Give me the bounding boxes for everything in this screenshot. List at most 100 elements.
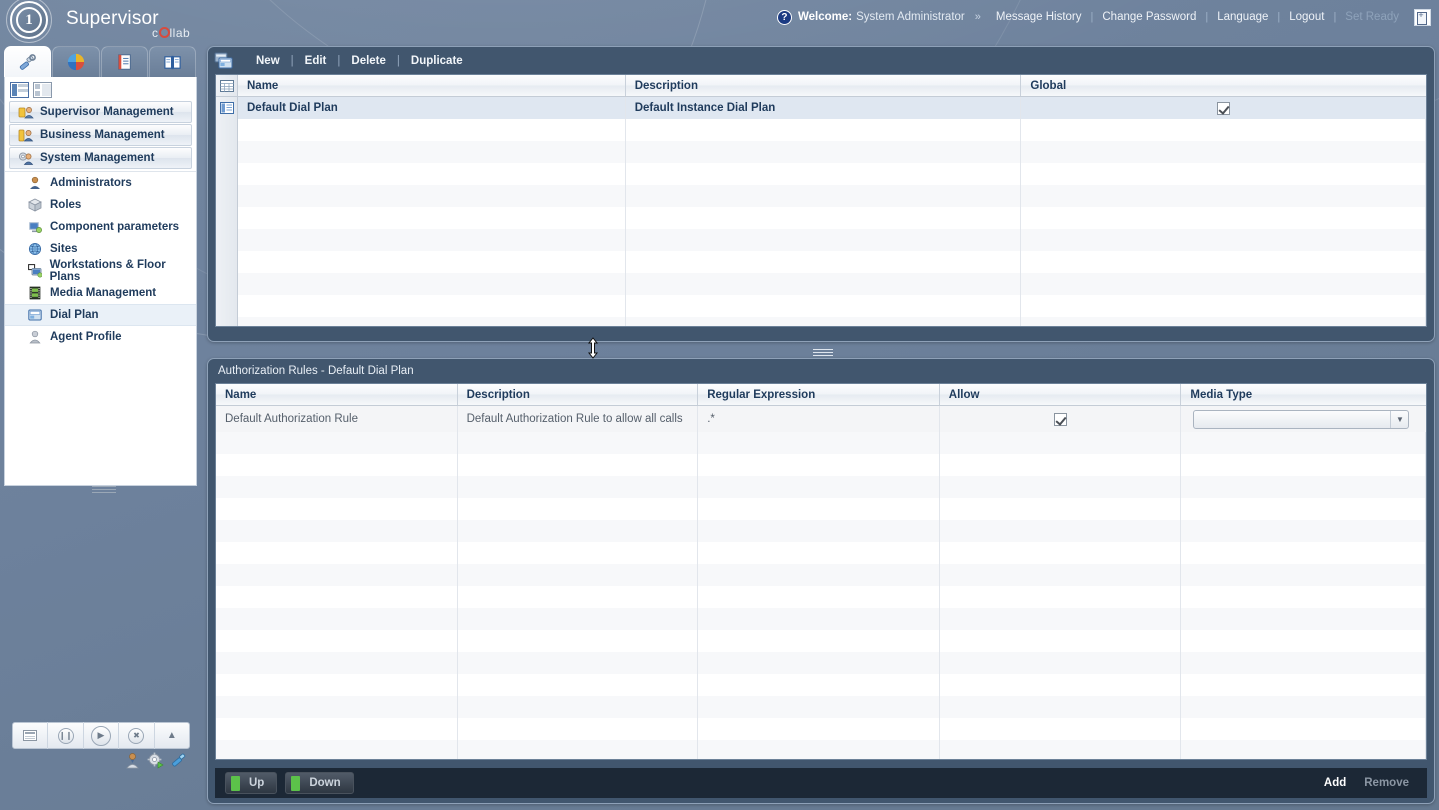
table-row-empty[interactable]: [238, 163, 1426, 185]
sidebar-group-system-management[interactable]: System Management: [9, 147, 192, 169]
table-row-empty[interactable]: [238, 119, 1426, 141]
table-row[interactable]: Default Authorization Rule Default Autho…: [216, 406, 1426, 432]
table-row-empty[interactable]: [238, 317, 1426, 326]
table-row-empty[interactable]: [216, 630, 1426, 652]
duplicate-button[interactable]: Duplicate: [400, 55, 474, 67]
table-row[interactable]: Default Dial Plan Default Instance Dial …: [238, 97, 1426, 119]
table-row-empty[interactable]: [216, 718, 1426, 740]
sidebar-body: Supervisor Management Business Managemen…: [4, 77, 197, 486]
tab-notes[interactable]: [100, 46, 148, 77]
cell-empty: [458, 696, 699, 718]
table-row-empty[interactable]: [216, 432, 1426, 454]
sidebar-group-supervisor-management[interactable]: Supervisor Management: [9, 101, 192, 123]
edit-button[interactable]: Edit: [294, 55, 338, 67]
column-header-name[interactable]: Name: [238, 75, 626, 96]
table-row-empty[interactable]: [238, 251, 1426, 273]
link-set-ready: Set Ready: [1345, 11, 1399, 23]
splitter-grip[interactable]: [813, 347, 833, 356]
sidebar-item-component-parameters[interactable]: Component parameters: [5, 216, 196, 238]
cell-empty: [940, 652, 1182, 674]
add-button[interactable]: Add: [1324, 777, 1346, 789]
cell-allow[interactable]: [940, 406, 1182, 432]
cell-empty: [626, 119, 1022, 141]
sidebar-group-business-management[interactable]: Business Management: [9, 124, 192, 146]
cancel-button[interactable]: ✖: [119, 722, 155, 749]
media-type-dropdown[interactable]: ▼: [1193, 409, 1410, 429]
tab-tools[interactable]: [4, 46, 52, 77]
dial-plan-toolbar: New | Edit | Delete | Duplicate: [208, 47, 1434, 74]
table-row-empty[interactable]: [216, 586, 1426, 608]
sidebar-item-roles[interactable]: Roles: [5, 194, 196, 216]
detail-view-icon[interactable]: [10, 82, 29, 98]
gear-play-icon[interactable]: [147, 752, 164, 774]
sidebar-item-sites[interactable]: Sites: [5, 238, 196, 260]
business-icon: [18, 128, 34, 143]
table-row-empty[interactable]: [238, 185, 1426, 207]
sidebar-resize-grip[interactable]: [92, 484, 116, 493]
panel-splitter[interactable]: [207, 337, 1435, 359]
table-row-empty[interactable]: [216, 454, 1426, 476]
table-row-empty[interactable]: [216, 564, 1426, 586]
pause-icon: ❙❙: [57, 727, 74, 744]
help-icon[interactable]: ?: [776, 9, 792, 25]
cell-empty: [1181, 476, 1426, 498]
cell-empty: [238, 251, 626, 273]
sidebar-item-agent-profile[interactable]: Agent Profile: [5, 326, 196, 348]
table-row-empty[interactable]: [216, 740, 1426, 759]
move-up-button[interactable]: Up: [225, 772, 278, 794]
list-view-icon[interactable]: [33, 82, 52, 98]
expand-chevron-icon[interactable]: »: [975, 11, 981, 23]
table-row-empty[interactable]: [238, 273, 1426, 295]
cell-empty: [626, 295, 1022, 317]
column-header-media-type[interactable]: Media Type: [1181, 384, 1426, 405]
table-row-empty[interactable]: [216, 476, 1426, 498]
table-row-empty[interactable]: [238, 141, 1426, 163]
new-button[interactable]: New: [245, 55, 291, 67]
move-down-button[interactable]: Down: [285, 772, 354, 794]
table-row-empty[interactable]: [238, 295, 1426, 317]
sidebar-item-dial-plan[interactable]: Dial Plan: [5, 304, 196, 326]
column-header-regular-expression[interactable]: Regular Expression: [698, 384, 940, 405]
up-button[interactable]: ▲: [155, 722, 189, 749]
table-row-empty[interactable]: [216, 542, 1426, 564]
stop-button[interactable]: [13, 722, 49, 749]
link-message-history[interactable]: Message History: [987, 11, 1091, 23]
table-row-empty[interactable]: [216, 674, 1426, 696]
tab-directory[interactable]: [148, 46, 196, 77]
global-checkbox[interactable]: [1217, 101, 1231, 115]
column-header-description[interactable]: Description: [626, 75, 1022, 96]
column-header-global[interactable]: Global: [1021, 75, 1426, 96]
sidebar-item-workstations-floor-plans[interactable]: Workstations & Floor Plans: [5, 259, 196, 283]
column-header-allow[interactable]: Allow: [940, 384, 1182, 405]
table-row-empty[interactable]: [216, 520, 1426, 542]
tab-reports[interactable]: [52, 46, 100, 77]
sidebar-view-icons: [5, 77, 196, 100]
sidebar-item-administrators[interactable]: Administrators: [5, 172, 196, 194]
allow-checkbox[interactable]: [1053, 412, 1067, 426]
table-row-empty[interactable]: [216, 652, 1426, 674]
cell-empty: [458, 432, 699, 454]
pause-button[interactable]: ❙❙: [48, 722, 84, 749]
column-header-description[interactable]: Description: [458, 384, 699, 405]
media-control-bar: ❙❙ ▶ ✖ ▲: [12, 722, 190, 749]
panel-collapse-icon[interactable]: [1414, 8, 1431, 26]
person-icon[interactable]: [124, 752, 141, 774]
plug-icon[interactable]: [170, 752, 187, 774]
column-header-name[interactable]: Name: [216, 384, 458, 405]
cell-global[interactable]: [1021, 97, 1426, 119]
link-language[interactable]: Language: [1208, 11, 1277, 23]
play-button[interactable]: ▶: [84, 722, 120, 749]
table-row-empty[interactable]: [216, 498, 1426, 520]
link-logout[interactable]: Logout: [1280, 11, 1333, 23]
dialplan-window-icon: [214, 52, 233, 70]
table-row-empty[interactable]: [216, 608, 1426, 630]
remove-button: Remove: [1364, 777, 1409, 789]
table-row-empty[interactable]: [238, 207, 1426, 229]
link-change-password[interactable]: Change Password: [1093, 11, 1205, 23]
table-row-empty[interactable]: [216, 696, 1426, 718]
delete-button[interactable]: Delete: [340, 55, 397, 67]
table-row-empty[interactable]: [238, 229, 1426, 251]
sidebar-item-media-management[interactable]: Media Management: [5, 282, 196, 304]
cell-empty: [626, 229, 1022, 251]
cell-media-type[interactable]: ▼: [1181, 406, 1426, 432]
